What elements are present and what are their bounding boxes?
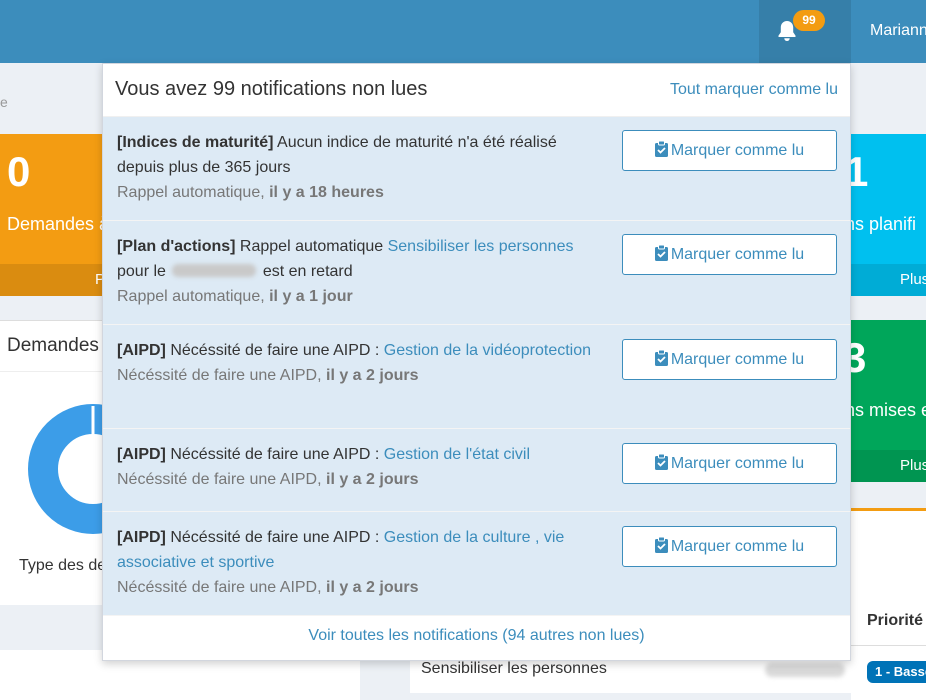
notification-tag: [Plan d'actions] — [117, 238, 236, 255]
button-label: Marquer comme lu — [670, 538, 805, 555]
notification-time: il y a 2 jours — [326, 579, 419, 596]
notification-time: il y a 18 heures — [269, 184, 384, 201]
notification-item: [Plan d'actions] Rappel automatique Sens… — [103, 221, 850, 325]
notification-link[interactable]: Gestion de la vidéoprotection — [384, 342, 591, 359]
dropdown-footer: Voir toutes les notifications (94 autres… — [103, 611, 850, 661]
clipboard-check-icon — [654, 349, 668, 366]
notifications-dropdown: Vous avez 99 notifications non lues Tout… — [102, 63, 851, 661]
mark-as-read-button[interactable]: Marquer comme lu — [622, 234, 837, 275]
view-all-notifications-link[interactable]: Voir toutes les notifications (94 autres… — [308, 627, 644, 644]
notification-item: [Indices de maturité] Aucun indice de ma… — [103, 117, 850, 221]
redacted-text — [765, 663, 845, 677]
clipboard-check-icon — [654, 244, 668, 261]
stat-tile-planned-actions: 1 ns planifi Plus — [851, 134, 926, 296]
notification-meta-source: Rappel automatique, — [117, 288, 270, 305]
notification-time: il y a 2 jours — [326, 471, 419, 488]
stat-label: ns planifi — [851, 214, 917, 234]
stat-label: ns mises e — [851, 400, 926, 420]
notification-meta-source: Rappel automatique, — [117, 184, 270, 201]
clipboard-check-icon — [654, 140, 668, 157]
notification-meta-source: Nécéssité de faire une AIPD, — [117, 579, 326, 596]
clipboard-check-icon — [654, 453, 668, 470]
notification-message: Rappel automatique — [235, 238, 388, 255]
notification-link[interactable]: Gestion de l'état civil — [384, 446, 530, 463]
notification-text: [AIPD] Nécéssité de faire une AIPD : Ges… — [117, 442, 597, 492]
notification-tag: [AIPD] — [117, 529, 166, 546]
stat-number: 3 — [851, 334, 867, 381]
notification-meta: Nécéssité de faire une AIPD, il y a 2 jo… — [117, 471, 418, 488]
notification-message: pour le — [117, 263, 171, 280]
stat-number: 0 — [7, 148, 31, 195]
stat-footer-text: P — [95, 271, 102, 288]
mark-as-read-button[interactable]: Marquer comme lu — [622, 526, 837, 567]
stat-footer-link[interactable]: P — [0, 264, 102, 296]
notification-list: [Indices de maturité] Aucun indice de ma… — [103, 117, 850, 616]
notification-text: [Indices de maturité] Aucun indice de ma… — [117, 130, 597, 205]
stat-tile-requests: 0 Demandes à P — [0, 134, 102, 296]
redacted-text — [172, 264, 257, 277]
notification-count-badge: 99 — [793, 10, 825, 31]
notification-time: il y a 2 jours — [326, 367, 419, 384]
stat-number: 1 — [851, 148, 869, 195]
notification-meta: Nécéssité de faire une AIPD, il y a 2 jo… — [117, 367, 418, 384]
notification-link[interactable]: Sensibiliser les personnes — [388, 238, 574, 255]
notification-text: [Plan d'actions] Rappel automatique Sens… — [117, 234, 597, 309]
dropdown-header: Vous avez 99 notifications non lues Tout… — [103, 64, 850, 117]
stat-label: Demandes à — [7, 214, 102, 234]
chart-caption: Type des de — [19, 557, 107, 574]
mark-all-read-link[interactable]: Tout marquer comme lu — [670, 81, 838, 99]
column-header-priority: Priorité — [867, 612, 924, 629]
notification-item: [AIPD] Nécéssité de faire une AIPD : Ges… — [103, 512, 850, 616]
stat-footer-link[interactable]: Plus — [851, 450, 926, 482]
button-label: Marquer comme lu — [670, 142, 805, 159]
box-title: Demandes — [7, 335, 99, 356]
clipboard-check-icon — [654, 536, 668, 553]
notification-tag: [AIPD] — [117, 446, 166, 463]
stat-footer-link[interactable]: Plus — [851, 264, 926, 296]
notification-meta: Rappel automatique, il y a 18 heures — [117, 184, 384, 201]
notification-message: Nécéssité de faire une AIPD : — [165, 529, 384, 546]
stat-tile-completed-actions: 3 ns mises e Plus — [851, 320, 926, 482]
mark-as-read-button[interactable]: Marquer comme lu — [622, 130, 837, 171]
priority-badge: 1 - Basse — [867, 661, 926, 683]
notifications-toggle[interactable]: 99 — [759, 0, 851, 63]
mark-as-read-button[interactable]: Marquer comme lu — [622, 443, 837, 484]
table-cell-action: Sensibiliser les personnes — [421, 660, 607, 677]
breadcrumb: e — [0, 94, 8, 110]
button-label: Marquer comme lu — [670, 246, 805, 263]
button-label: Marquer comme lu — [670, 455, 805, 472]
user-menu[interactable]: Marianne — [870, 22, 926, 40]
notification-meta: Rappel automatique, il y a 1 jour — [117, 288, 353, 305]
stat-footer-text: Plus — [900, 457, 926, 474]
notification-meta: Nécéssité de faire une AIPD, il y a 2 jo… — [117, 579, 418, 596]
notification-item: [AIPD] Nécéssité de faire une AIPD : Ges… — [103, 429, 850, 512]
mark-as-read-button[interactable]: Marquer comme lu — [622, 339, 837, 380]
notification-text: [AIPD] Nécéssité de faire une AIPD : Ges… — [117, 338, 597, 388]
notification-meta-source: Nécéssité de faire une AIPD, — [117, 367, 326, 384]
notification-tag: [Indices de maturité] — [117, 134, 274, 151]
notification-message: Nécéssité de faire une AIPD : — [165, 446, 384, 463]
notification-message: est en retard — [258, 263, 353, 280]
notification-text: [AIPD] Nécéssité de faire une AIPD : Ges… — [117, 525, 597, 600]
notification-meta-source: Nécéssité de faire une AIPD, — [117, 471, 326, 488]
notification-time: il y a 1 jour — [269, 288, 353, 305]
stat-footer-text: Plus — [900, 271, 926, 288]
divider — [0, 371, 102, 372]
top-navbar: 99 Marianne — [0, 0, 926, 63]
button-label: Marquer comme lu — [670, 351, 805, 368]
dropdown-title: Vous avez 99 notifications non lues — [115, 78, 428, 100]
notification-tag: [AIPD] — [117, 342, 166, 359]
notification-message: Nécéssité de faire une AIPD : — [165, 342, 384, 359]
notification-item: [AIPD] Nécéssité de faire une AIPD : Ges… — [103, 325, 850, 429]
